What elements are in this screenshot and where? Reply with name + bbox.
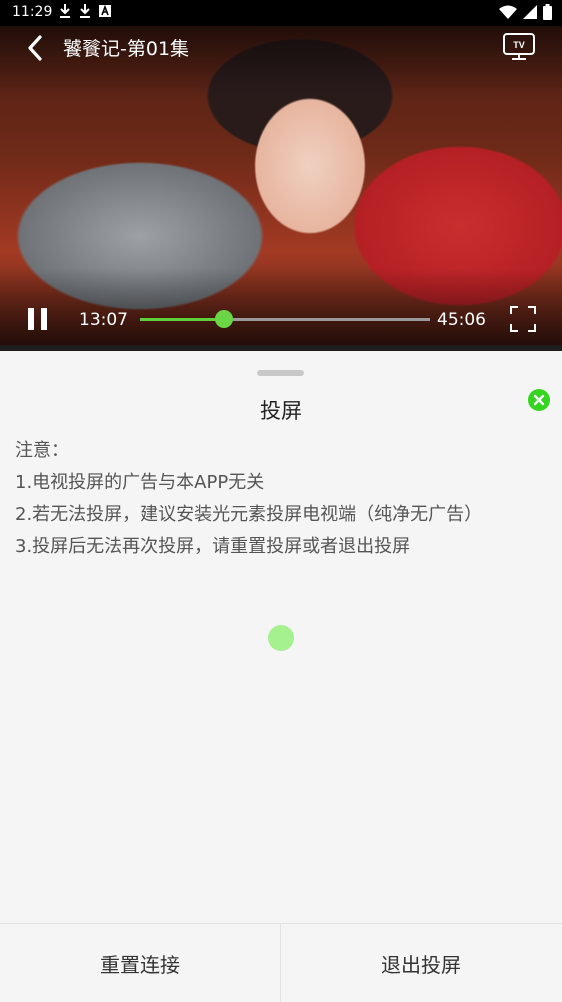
notice-item: 3.投屏后无法再次投屏，请重置投屏或者退出投屏 <box>15 536 411 557</box>
pause-icon <box>28 308 34 330</box>
notice-list: 注意： 1.电视投屏的广告与本APP无关 2.若无法投屏，建议安装光元素投屏电视… <box>15 435 482 563</box>
notice-heading: 注意： <box>15 440 69 461</box>
total-time: 45:06 <box>437 310 486 330</box>
seek-thumb[interactable] <box>215 310 234 328</box>
reset-connection-button[interactable]: 重置连接 <box>0 924 280 1002</box>
chevron-left-icon <box>28 35 42 61</box>
exit-cast-button[interactable]: 退出投屏 <box>281 924 561 1002</box>
tv-icon: TV <box>503 33 535 60</box>
svg-text:TV: TV <box>513 40 525 50</box>
current-time: 13:07 <box>79 310 128 330</box>
seek-progress <box>140 318 225 321</box>
drag-handle[interactable] <box>257 370 304 376</box>
loading-indicator <box>268 625 294 651</box>
fullscreen-button[interactable] <box>510 306 536 332</box>
signal-icon <box>523 5 537 19</box>
battery-icon <box>543 4 552 20</box>
back-button[interactable] <box>22 32 50 64</box>
sheet-footer: 重置连接 退出投屏 <box>0 923 562 1002</box>
pause-button[interactable] <box>26 306 50 332</box>
font-a-icon <box>99 4 111 17</box>
status-bar: 11:29 <box>0 0 562 26</box>
sheet-title: 投屏 <box>260 399 302 423</box>
pause-icon-bar <box>41 308 47 330</box>
bottom-gradient <box>0 268 562 348</box>
status-time: 11:29 <box>12 4 53 20</box>
notice-item: 1.电视投屏的广告与本APP无关 <box>15 472 265 493</box>
wifi-icon <box>499 5 517 19</box>
download-icon <box>60 4 70 18</box>
cast-sheet: 投屏 注意： 1.电视投屏的广告与本APP无关 2.若无法投屏，建议安装光元素投… <box>0 351 562 1002</box>
notice-item: 2.若无法投屏，建议安装光元素投屏电视端（纯净无广告） <box>15 504 483 525</box>
close-button[interactable] <box>528 389 550 411</box>
video-player[interactable]: 饕餮记-第01集 TV 13:07 45:06 <box>0 26 562 348</box>
video-title: 饕餮记-第01集 <box>63 38 190 60</box>
cast-button[interactable]: TV <box>502 32 536 62</box>
close-icon <box>533 394 545 406</box>
fullscreen-icon <box>510 306 536 332</box>
download-icon <box>80 4 90 18</box>
seek-bar[interactable] <box>140 310 430 328</box>
